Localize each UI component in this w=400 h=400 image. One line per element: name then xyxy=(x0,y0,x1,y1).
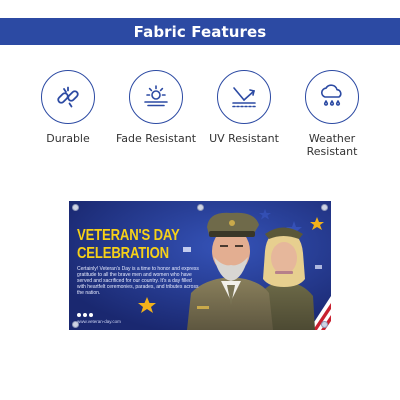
social-icon xyxy=(83,313,87,317)
banner-url: www.veteran-day.com xyxy=(77,319,121,324)
feature-durable-badge xyxy=(41,70,95,124)
grommet xyxy=(72,204,79,211)
section-header: Fabric Features xyxy=(0,18,400,45)
feature-fade-resistant: Fade Resistant xyxy=(111,70,201,145)
banner-title-line1: VETERAN'S DAY xyxy=(77,227,180,244)
section-title: Fabric Features xyxy=(133,22,267,41)
banner-title-line2: CELEBRATION xyxy=(77,245,169,262)
veterans-day-banner: VETERAN'S DAY CELEBRATION Certainly! Vet… xyxy=(69,201,331,330)
grommet xyxy=(197,204,204,211)
cloud-rain-icon xyxy=(321,84,342,106)
feature-fade-label: Fade Resistant xyxy=(115,132,197,145)
social-icon xyxy=(89,313,93,317)
feature-weather-badge xyxy=(305,70,359,124)
banner-title: VETERAN'S DAY CELEBRATION xyxy=(77,228,180,262)
sun-icon xyxy=(144,85,168,107)
grommet xyxy=(321,204,328,211)
feature-uv-label: UV Resistant xyxy=(209,132,279,145)
feature-uv-resistant: UV Resistant xyxy=(199,70,289,145)
feature-fade-badge xyxy=(129,70,183,124)
feature-durable: Durable xyxy=(23,70,113,145)
feature-uv-badge xyxy=(217,70,271,124)
chain-link-icon xyxy=(57,86,79,108)
feature-weather-resistant: Weather Resistant xyxy=(287,70,377,158)
uv-ray-icon xyxy=(232,87,256,108)
social-icon xyxy=(77,313,81,317)
banner-body-text: Certainly! Veteran's Day is a time to ho… xyxy=(77,266,199,296)
feature-durable-label: Durable xyxy=(46,132,90,145)
feature-weather-label: Weather Resistant xyxy=(306,132,358,158)
grommet xyxy=(321,321,328,328)
